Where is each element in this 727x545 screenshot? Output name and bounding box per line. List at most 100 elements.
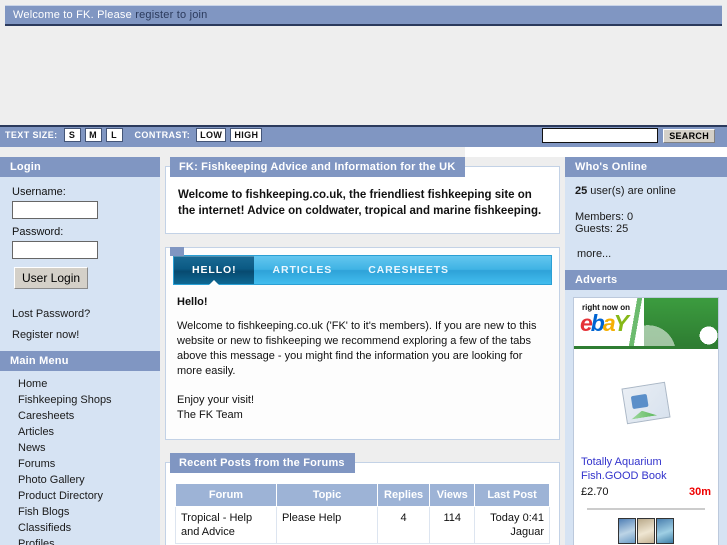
- ad-item-thumbnail[interactable]: [581, 518, 711, 544]
- cell-views: 114: [429, 506, 476, 544]
- online-count-line: 25 user(s) are online: [575, 185, 717, 197]
- ebay-swoosh-graphic-2: [628, 298, 644, 346]
- cell-forum[interactable]: Tropical - Help and Advice: [175, 506, 277, 544]
- adverts-block: Adverts right now on ebaY Totally Aquari…: [565, 270, 727, 545]
- ad-item-price: £2.70: [581, 486, 609, 498]
- adverts-body: right now on ebaY Totally Aquarium Fish.…: [565, 290, 727, 545]
- intro-text: Welcome to fishkeeping.co.uk, the friend…: [178, 189, 542, 217]
- main-menu-title: Main Menu: [0, 351, 160, 371]
- main-menu-body: Home Fishkeeping Shops Caresheets Articl…: [0, 371, 160, 545]
- ad-item-time-left: 30m: [688, 486, 711, 498]
- tabs-panel: HELLO! ARTICLES CARESHEETS Hello! Welcom…: [165, 247, 560, 440]
- cell-topic[interactable]: Please Help: [275, 506, 378, 544]
- cell-last-post: Today 0:41 Jaguar: [474, 506, 550, 544]
- last-post-user[interactable]: Jaguar: [510, 526, 544, 538]
- tab-hello[interactable]: HELLO!: [174, 256, 255, 285]
- broken-image-icon: [621, 381, 671, 425]
- ad-item-link[interactable]: Totally Aquarium Fish.GOOD Book: [581, 455, 711, 483]
- book-thumb-2: [637, 518, 655, 544]
- sidebar-item-forums[interactable]: Forums: [0, 456, 160, 472]
- password-input[interactable]: [12, 241, 98, 259]
- column-topic[interactable]: Topic: [275, 483, 378, 507]
- lost-password-link[interactable]: Lost Password?: [12, 308, 150, 320]
- book-thumb-3: [656, 518, 674, 544]
- sidebar-item-home[interactable]: Home: [0, 376, 160, 392]
- ad-item-meta: £2.70 30m: [581, 486, 711, 498]
- adverts-title: Adverts: [565, 270, 727, 290]
- members-count: Members: 0: [575, 211, 634, 223]
- column-replies[interactable]: Replies: [376, 483, 431, 507]
- text-size-medium-button[interactable]: M: [84, 128, 102, 142]
- sidebar-item-photo-gallery[interactable]: Photo Gallery: [0, 472, 160, 488]
- search-button[interactable]: SEARCH: [663, 128, 715, 143]
- ad-divider: [587, 508, 705, 510]
- page-root: Welcome to FK. Please register to join T…: [0, 0, 727, 545]
- tab-content-closing-2: The FK Team: [177, 409, 243, 421]
- online-count-suffix: user(s) are online: [587, 185, 676, 197]
- tab-content: Hello! Welcome to fishkeeping.co.uk ('FK…: [173, 285, 552, 427]
- sidebar-item-product-directory[interactable]: Product Directory: [0, 488, 160, 504]
- ebay-swoosh-graphic: [640, 298, 718, 346]
- sidebar-item-fish-blogs[interactable]: Fish Blogs: [0, 504, 160, 520]
- column-last-post[interactable]: Last Post: [474, 483, 550, 507]
- sidebar-item-news[interactable]: News: [0, 440, 160, 456]
- welcome-text: Welcome to FK. Please: [13, 9, 136, 21]
- ebay-banner: right now on ebaY: [574, 298, 718, 349]
- tabs-panel-marker: [170, 247, 184, 256]
- register-now-link[interactable]: Register now!: [12, 329, 150, 341]
- tab-articles[interactable]: ARTICLES: [254, 256, 350, 284]
- register-link[interactable]: register to join: [135, 9, 207, 21]
- tab-content-heading: Hello!: [177, 296, 208, 308]
- cell-replies: 4: [376, 506, 431, 544]
- last-post-time: Today 0:41: [490, 512, 544, 524]
- search-input[interactable]: [542, 128, 659, 143]
- sidebar-item-classifieds[interactable]: Classifieds: [0, 520, 160, 536]
- ebay-ad-card[interactable]: right now on ebaY Totally Aquarium Fish.…: [573, 297, 719, 545]
- welcome-bar: Welcome to FK. Please register to join: [5, 5, 722, 26]
- sidebar-item-fishkeeping-shops[interactable]: Fishkeeping Shops: [0, 392, 160, 408]
- online-count: 25: [575, 185, 588, 197]
- password-label: Password:: [12, 226, 64, 238]
- contrast-high-button[interactable]: HIGH: [230, 128, 263, 142]
- tab-content-paragraph: Welcome to fishkeeping.co.uk ('FK' to it…: [177, 320, 537, 377]
- recent-posts-body: Forum Topic Replies Views Last Post Trop…: [165, 462, 560, 545]
- contrast-label: CONTRAST:: [134, 130, 191, 140]
- sidebar-item-caresheets[interactable]: Caresheets: [0, 408, 160, 424]
- text-size-large-button[interactable]: L: [105, 128, 123, 142]
- whos-online-body: 25 user(s) are online Members: 0 Guests:…: [565, 177, 727, 270]
- sidebar-item-articles[interactable]: Articles: [0, 424, 160, 440]
- right-sidebar: Who's Online 25 user(s) are online Membe…: [565, 157, 727, 545]
- accessibility-controls: TEXT SIZE: S M L CONTRAST: LOW HIGH: [5, 127, 263, 143]
- whos-online-title: Who's Online: [565, 157, 727, 177]
- whos-online-block: Who's Online 25 user(s) are online Membe…: [565, 157, 727, 270]
- tab-content-closing-1: Enjoy your visit!: [177, 394, 255, 406]
- contrast-low-button[interactable]: LOW: [196, 128, 227, 142]
- tab-caresheets[interactable]: CARESHEETS: [350, 256, 467, 284]
- sidebar-item-profiles[interactable]: Profiles: [0, 536, 160, 545]
- table-header-row: Forum Topic Replies Views Last Post: [175, 483, 550, 507]
- site-header-banner: [0, 28, 727, 125]
- username-input[interactable]: [12, 201, 98, 219]
- text-size-label: TEXT SIZE:: [5, 130, 58, 140]
- main-content: FK: Fishkeeping Advice and Information f…: [165, 157, 560, 545]
- login-block: Login Username: Password: User Login Los…: [0, 157, 160, 351]
- login-block-body: Username: Password: User Login Lost Pass…: [0, 177, 160, 351]
- book-thumb-1: [618, 518, 636, 544]
- table-row[interactable]: Tropical - Help and Advice Please Help 4…: [175, 506, 550, 544]
- user-login-button[interactable]: User Login: [14, 267, 89, 289]
- tabs-panel-box: HELLO! ARTICLES CARESHEETS Hello! Welcom…: [165, 247, 560, 440]
- tab-bar: HELLO! ARTICLES CARESHEETS: [173, 255, 552, 285]
- whos-online-more-link[interactable]: more...: [577, 248, 717, 260]
- recent-posts-title: Recent Posts from the Forums: [170, 453, 355, 473]
- column-forum[interactable]: Forum: [175, 483, 277, 507]
- text-size-small-button[interactable]: S: [63, 128, 81, 142]
- recent-posts-panel: Recent Posts from the Forums Forum Topic…: [165, 453, 560, 545]
- username-label: Username:: [12, 186, 66, 198]
- ebay-ad-body: Totally Aquarium Fish.GOOD Book £2.70 30…: [574, 349, 718, 545]
- column-views[interactable]: Views: [429, 483, 476, 507]
- login-block-title: Login: [0, 157, 160, 177]
- search-bar-backdrop-2: [480, 147, 727, 156]
- main-menu-block: Main Menu Home Fishkeeping Shops Careshe…: [0, 351, 160, 545]
- site-search: SEARCH: [542, 128, 715, 143]
- ebay-logo: ebaY: [580, 310, 629, 336]
